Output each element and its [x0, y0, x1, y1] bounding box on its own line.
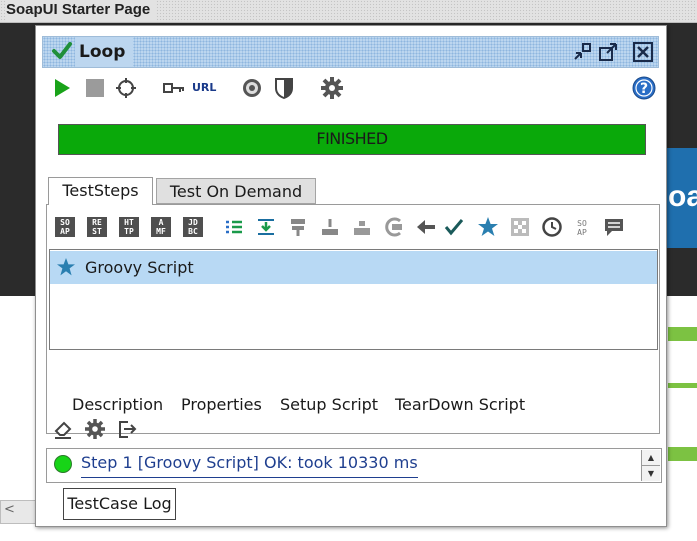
starter-green-bar: [668, 447, 697, 461]
stop-icon[interactable]: [83, 76, 107, 100]
subtab-description[interactable]: Description: [72, 395, 163, 414]
assertion-icon[interactable]: [443, 216, 465, 238]
check-icon: [52, 42, 72, 59]
data-grid-icon[interactable]: [509, 216, 531, 238]
log-entry[interactable]: Step 1 [Groovy Script] OK: took 10330 ms: [81, 449, 418, 478]
comment-icon[interactable]: [603, 216, 625, 238]
help-icon[interactable]: ?: [632, 76, 656, 100]
log-settings-gear-icon[interactable]: [84, 418, 106, 440]
status-ok-icon: [54, 455, 72, 473]
http-icon[interactable]: HT TP: [119, 217, 139, 237]
shield-icon[interactable]: [272, 76, 296, 100]
loop-options-icon[interactable]: [114, 76, 138, 100]
subtab-setup-script[interactable]: Setup Script: [280, 395, 378, 414]
properties-list-icon[interactable]: [223, 216, 245, 238]
log-scrollbar[interactable]: ▲ ▼: [641, 450, 660, 481]
property-transfer-icon[interactable]: [255, 216, 277, 238]
log-toolbar: [52, 417, 252, 443]
soap-mock-icon[interactable]: SO AP: [571, 216, 593, 238]
teststeps-list: Groovy Script: [49, 249, 658, 350]
teststeps-panel: SO AP RE ST HT TP A MF JD BC SO AP Groov…: [46, 204, 660, 434]
minimize-icon[interactable]: [571, 41, 593, 63]
subtab-teardown-script[interactable]: TearDown Script: [395, 395, 525, 414]
close-icon[interactable]: [632, 41, 654, 63]
run-icon[interactable]: [50, 76, 74, 100]
url-icon[interactable]: URL: [192, 76, 222, 100]
teststeps-toolbar: SO AP RE ST HT TP A MF JD BC SO AP: [55, 215, 655, 241]
progress-status: FINISHED: [316, 129, 388, 148]
starter-banner-text: oa: [668, 180, 697, 213]
svg-text:?: ?: [640, 81, 648, 97]
testcase-toolbar: URL ?: [44, 74, 659, 104]
scroll-up-icon[interactable]: ▲: [642, 450, 660, 466]
gear-icon[interactable]: [320, 76, 344, 100]
testcase-log: Step 1 [Groovy Script] OK: took 10330 ms…: [46, 448, 662, 483]
starter-green-bar: [668, 383, 697, 388]
teststep-label: Groovy Script: [85, 258, 194, 277]
key-icon[interactable]: [162, 76, 186, 100]
tab-testcase-log[interactable]: TestCase Log: [63, 488, 176, 520]
scroll-left-arrow-icon[interactable]: <: [4, 502, 15, 517]
run-testcase-icon[interactable]: [319, 216, 341, 238]
starter-page-title: SoapUI Starter Page: [6, 0, 157, 22]
manual-step-icon[interactable]: [415, 216, 437, 238]
list-item[interactable]: Groovy Script: [50, 251, 657, 284]
groovy-star-icon: [57, 258, 75, 276]
amf-icon[interactable]: A MF: [151, 217, 171, 237]
starter-green-bar: [668, 327, 697, 341]
window-title: Loop: [75, 37, 134, 67]
starter-page-titlebar: SoapUI Starter Page: [0, 0, 697, 23]
export-icon[interactable]: [116, 418, 138, 440]
clock-icon[interactable]: [541, 216, 563, 238]
tab-teststeps[interactable]: TestSteps: [48, 177, 153, 205]
jdbc-icon[interactable]: JD BC: [183, 217, 203, 237]
groovy-star-icon[interactable]: [477, 216, 499, 238]
subtab-properties[interactable]: Properties: [181, 395, 262, 414]
rest-icon[interactable]: RE ST: [87, 217, 107, 237]
delay-icon[interactable]: [383, 216, 405, 238]
target-icon[interactable]: [240, 76, 264, 100]
svg-text:AP: AP: [577, 228, 587, 237]
scroll-down-icon[interactable]: ▼: [642, 466, 660, 481]
conditional-goto-icon[interactable]: [287, 216, 309, 238]
eraser-icon[interactable]: [52, 418, 74, 440]
soap-icon[interactable]: SO AP: [55, 217, 75, 237]
progress-bar: FINISHED: [58, 124, 646, 155]
window-titlebar[interactable]: Loop: [42, 36, 659, 68]
maximize-icon[interactable]: [597, 41, 619, 63]
testcase-window: Loop URL ? FINISHED TestSteps Test On De…: [35, 25, 667, 527]
starter-page-banner: oa: [665, 148, 697, 248]
mock-response-icon[interactable]: [351, 216, 373, 238]
tab-test-on-demand[interactable]: Test On Demand: [156, 178, 316, 204]
svg-text:SO: SO: [577, 219, 587, 228]
